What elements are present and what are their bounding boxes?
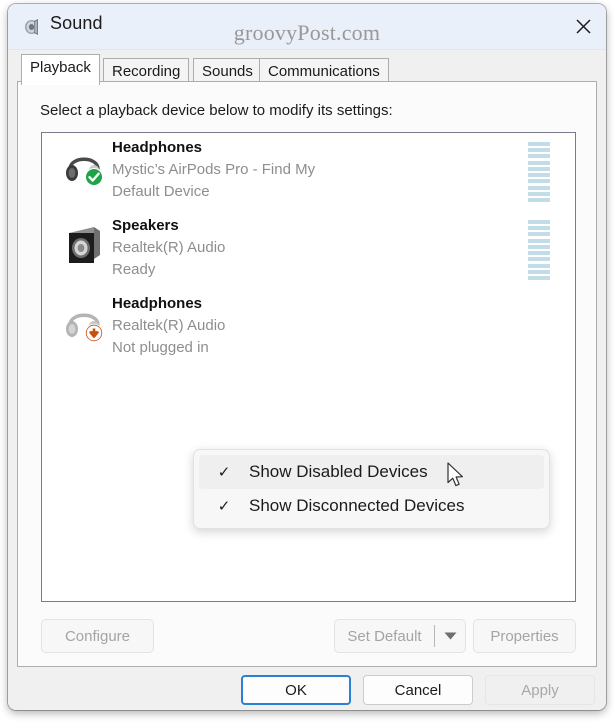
meter-segment — [528, 257, 550, 261]
meter-segment — [528, 245, 550, 249]
device-status: Not plugged in — [112, 337, 225, 359]
table-row[interactable]: Speakers Realtek(R) Audio Ready — [42, 211, 575, 289]
meter-segment — [528, 264, 550, 268]
meter-segment — [528, 220, 550, 224]
tab-playback[interactable]: Playback — [21, 54, 100, 85]
speaker-icon — [21, 16, 43, 38]
meter-segment — [528, 179, 550, 183]
cancel-button[interactable]: Cancel — [363, 675, 473, 705]
meter-segment — [528, 186, 550, 190]
tab-strip: Playback Recording Sounds Communications — [8, 49, 606, 77]
menu-item-label: Show Disabled Devices — [249, 462, 428, 482]
set-default-group: Set Default — [334, 619, 466, 653]
meter-segment — [528, 148, 550, 152]
instruction-text: Select a playback device below to modify… — [40, 102, 393, 119]
meter-segment — [528, 154, 550, 158]
menu-item-show-disabled-devices[interactable]: ✓ Show Disabled Devices — [199, 455, 544, 489]
device-name: Headphones — [112, 293, 225, 315]
meter-segment — [528, 226, 550, 230]
context-menu: ✓ Show Disabled Devices ✓ Show Disconnec… — [193, 449, 550, 529]
speaker-box-icon — [60, 219, 108, 267]
configure-button[interactable]: Configure — [41, 619, 154, 653]
device-description: Realtek(R) Audio — [112, 237, 225, 259]
chevron-down-icon — [444, 627, 457, 645]
device-name: Headphones — [112, 137, 315, 159]
device-info: Headphones Mystic’s AirPods Pro - Find M… — [112, 137, 315, 203]
volume-meter — [528, 142, 550, 202]
device-info: Headphones Realtek(R) Audio Not plugged … — [112, 293, 225, 359]
apply-button[interactable]: Apply — [485, 675, 595, 705]
device-description: Realtek(R) Audio — [112, 315, 225, 337]
menu-item-label: Show Disconnected Devices — [249, 496, 464, 516]
dialog-footer: OK Cancel Apply — [8, 667, 606, 710]
table-row[interactable]: Headphones Realtek(R) Audio Not plugged … — [42, 289, 575, 367]
meter-segment — [528, 142, 550, 146]
meter-segment — [528, 161, 550, 165]
device-description: Mystic’s AirPods Pro - Find My — [112, 159, 315, 181]
meter-segment — [528, 167, 550, 171]
close-icon — [575, 18, 592, 35]
playback-tab-panel: Select a playback device below to modify… — [17, 81, 597, 667]
properties-button[interactable]: Properties — [473, 619, 576, 653]
meter-segment — [528, 276, 550, 280]
headphones-icon — [60, 141, 108, 189]
window-title: Sound — [50, 13, 103, 34]
volume-meter — [528, 220, 550, 280]
check-icon: ✓ — [199, 497, 249, 515]
ok-button[interactable]: OK — [241, 675, 351, 705]
table-row[interactable]: Headphones Mystic’s AirPods Pro - Find M… — [42, 133, 575, 211]
device-name: Speakers — [112, 215, 225, 237]
device-status: Ready — [112, 259, 225, 281]
meter-segment — [528, 239, 550, 243]
meter-segment — [528, 198, 550, 202]
check-icon: ✓ — [199, 463, 249, 481]
meter-segment — [528, 232, 550, 236]
device-info: Speakers Realtek(R) Audio Ready — [112, 215, 225, 281]
headphones-disabled-icon — [60, 297, 108, 345]
meter-segment — [528, 270, 550, 274]
meter-segment — [528, 251, 550, 255]
set-default-dropdown-button[interactable] — [435, 620, 465, 652]
close-button[interactable] — [560, 4, 606, 49]
meter-segment — [528, 192, 550, 196]
device-status: Default Device — [112, 181, 315, 203]
set-default-button[interactable]: Set Default — [335, 620, 434, 652]
sound-dialog-window: Sound groovyPost.com Playback Recording … — [8, 4, 606, 710]
menu-item-show-disconnected-devices[interactable]: ✓ Show Disconnected Devices — [199, 489, 544, 523]
title-bar: Sound groovyPost.com — [8, 4, 606, 50]
device-list[interactable]: Headphones Mystic’s AirPods Pro - Find M… — [41, 132, 576, 602]
meter-segment — [528, 173, 550, 177]
